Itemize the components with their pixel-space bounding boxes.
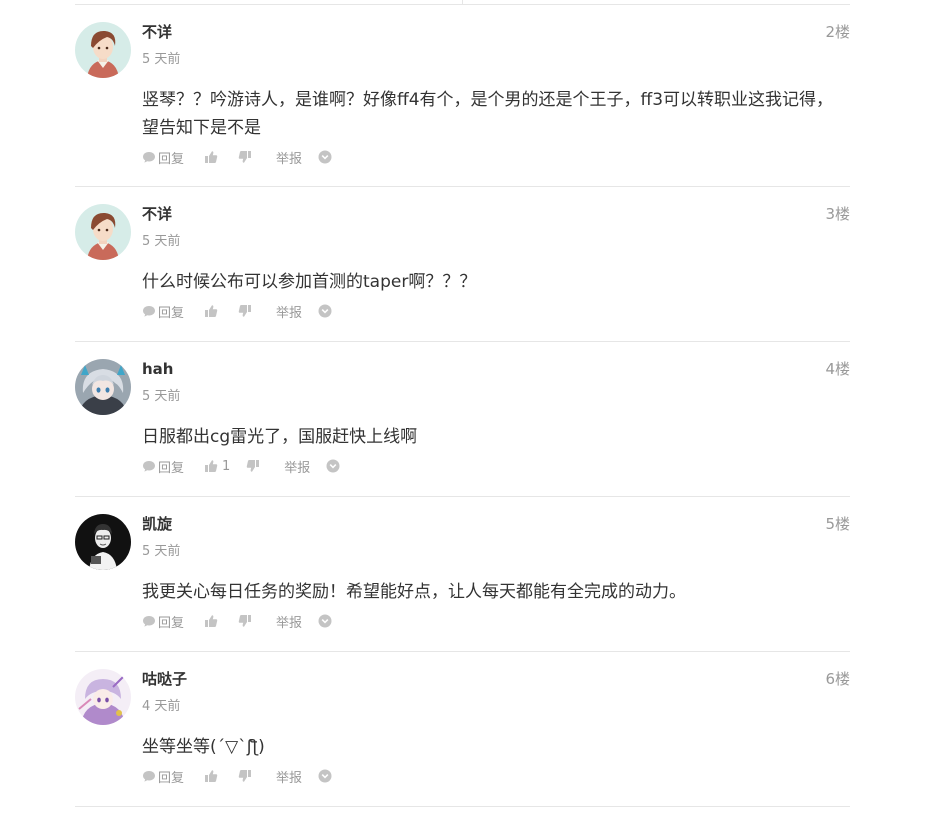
dislike-button[interactable]: [246, 459, 260, 473]
more-button[interactable]: [318, 150, 332, 164]
sketch-portrait-avatar-icon: [75, 514, 131, 570]
reply-label: 回复: [158, 615, 185, 631]
thumbs-up-icon: [205, 151, 218, 163]
chat-bubble-icon: [143, 306, 155, 317]
more-button[interactable]: [318, 769, 332, 783]
reply-label: 回复: [158, 305, 185, 321]
more-button[interactable]: [318, 614, 332, 628]
anime-girl-avatar-icon: [75, 359, 131, 415]
report-button[interactable]: 举报: [276, 148, 302, 167]
reply-button[interactable]: 回复: [142, 302, 204, 321]
chevron-down-icon: [318, 769, 332, 783]
anime-boy-avatar-icon: [75, 22, 131, 78]
chat-bubble-icon: [143, 152, 155, 163]
floor-number: 5楼: [825, 515, 850, 533]
username[interactable]: 不详: [142, 204, 172, 224]
comment-item: 不详 5 天前 3楼 什么时候公布可以参加首测的taper啊？？？ 回复 举报: [75, 187, 850, 342]
dislike-button[interactable]: [238, 614, 252, 628]
chat-bubble-icon: [143, 461, 155, 472]
reply-button[interactable]: 回复: [142, 767, 204, 786]
thumbs-up-icon: [205, 305, 218, 317]
comment-text: 坐等坐等(´▽`ʃƪ): [142, 737, 265, 757]
dislike-button[interactable]: [238, 304, 252, 318]
report-button[interactable]: 举报: [284, 457, 310, 476]
chevron-down-icon: [318, 304, 332, 318]
thumbs-down-icon: [238, 615, 251, 627]
comment-item: hah 5 天前 4楼 日服都出cg雷光了，国服赶快上线啊 回复 1 举报: [75, 342, 850, 497]
comment-actions: 回复 举报: [142, 611, 332, 631]
comment-item: 凯旋 5 天前 5楼 我更关心每日任务的奖励！希望能好点，让人每天都能有全完成的…: [75, 497, 850, 652]
comment-actions: 回复 举报: [142, 766, 332, 786]
chat-bubble-icon: [143, 616, 155, 627]
report-button[interactable]: 举报: [276, 302, 302, 321]
purple-character-avatar-icon: [75, 669, 131, 725]
like-count: 1: [222, 458, 231, 474]
floor-number: 3楼: [825, 205, 850, 223]
username[interactable]: 咕哒子: [142, 669, 187, 689]
username[interactable]: 凯旋: [142, 514, 172, 534]
comment-actions: 回复 1 举报: [142, 456, 340, 476]
comment-actions: 回复 举报: [142, 301, 332, 321]
floor-number: 2楼: [825, 23, 850, 41]
comment-time: 5 天前: [142, 544, 181, 559]
comment-time: 4 天前: [142, 699, 181, 714]
anime-boy-avatar-icon: [75, 204, 131, 260]
more-button[interactable]: [318, 304, 332, 318]
thumbs-down-icon: [238, 151, 251, 163]
reply-label: 回复: [158, 460, 185, 476]
avatar[interactable]: [75, 22, 131, 78]
dislike-button[interactable]: [238, 150, 252, 164]
username[interactable]: hah: [142, 359, 173, 379]
thumbs-down-icon: [238, 770, 251, 782]
comment-item: 咕哒子 4 天前 6楼 坐等坐等(´▽`ʃƪ) 回复 举报: [75, 652, 850, 807]
comment-text: 什么时候公布可以参加首测的taper啊？？？: [142, 272, 477, 292]
avatar[interactable]: [75, 669, 131, 725]
floor-number: 6楼: [825, 670, 850, 688]
comment-time: 5 天前: [142, 234, 181, 249]
comment-actions: 回复 举报: [142, 147, 332, 167]
like-button[interactable]: 1: [204, 459, 230, 474]
top-divider-tick: [462, 0, 463, 4]
like-button[interactable]: [204, 614, 222, 628]
reply-label: 回复: [158, 151, 185, 167]
report-button[interactable]: 举报: [276, 612, 302, 631]
avatar[interactable]: [75, 359, 131, 415]
username[interactable]: 不详: [142, 22, 172, 42]
reply-button[interactable]: 回复: [142, 612, 204, 631]
thumbs-up-icon: [205, 615, 218, 627]
comment-time: 5 天前: [142, 389, 181, 404]
chevron-down-icon: [326, 459, 340, 473]
floor-number: 4楼: [825, 360, 850, 378]
report-button[interactable]: 举报: [276, 767, 302, 786]
thumbs-up-icon: [205, 770, 218, 782]
like-button[interactable]: [204, 769, 222, 783]
like-button[interactable]: [204, 150, 222, 164]
thumbs-up-icon: [205, 460, 218, 472]
comment-list: 不详 5 天前 2楼 竖琴？？吟游诗人，是谁啊？好像ff4有个，是个男的还是个王…: [75, 5, 850, 807]
avatar[interactable]: [75, 514, 131, 570]
reply-button[interactable]: 回复: [142, 457, 204, 476]
more-button[interactable]: [326, 459, 340, 473]
comment-text: 我更关心每日任务的奖励！希望能好点，让人每天都能有全完成的动力。: [142, 582, 686, 602]
avatar[interactable]: [75, 204, 131, 260]
chevron-down-icon: [318, 150, 332, 164]
chat-bubble-icon: [143, 771, 155, 782]
reply-label: 回复: [158, 770, 185, 786]
dislike-button[interactable]: [238, 769, 252, 783]
comment-text: 日服都出cg雷光了，国服赶快上线啊: [142, 427, 418, 447]
reply-button[interactable]: 回复: [142, 148, 204, 167]
comment-text: 竖琴？？吟游诗人，是谁啊？好像ff4有个，是个男的还是个王子，ff3可以转职业这…: [142, 90, 834, 138]
thumbs-down-icon: [247, 460, 260, 472]
comment-time: 5 天前: [142, 52, 181, 67]
thumbs-down-icon: [238, 305, 251, 317]
comment-item: 不详 5 天前 2楼 竖琴？？吟游诗人，是谁啊？好像ff4有个，是个男的还是个王…: [75, 5, 850, 187]
chevron-down-icon: [318, 614, 332, 628]
like-button[interactable]: [204, 304, 222, 318]
